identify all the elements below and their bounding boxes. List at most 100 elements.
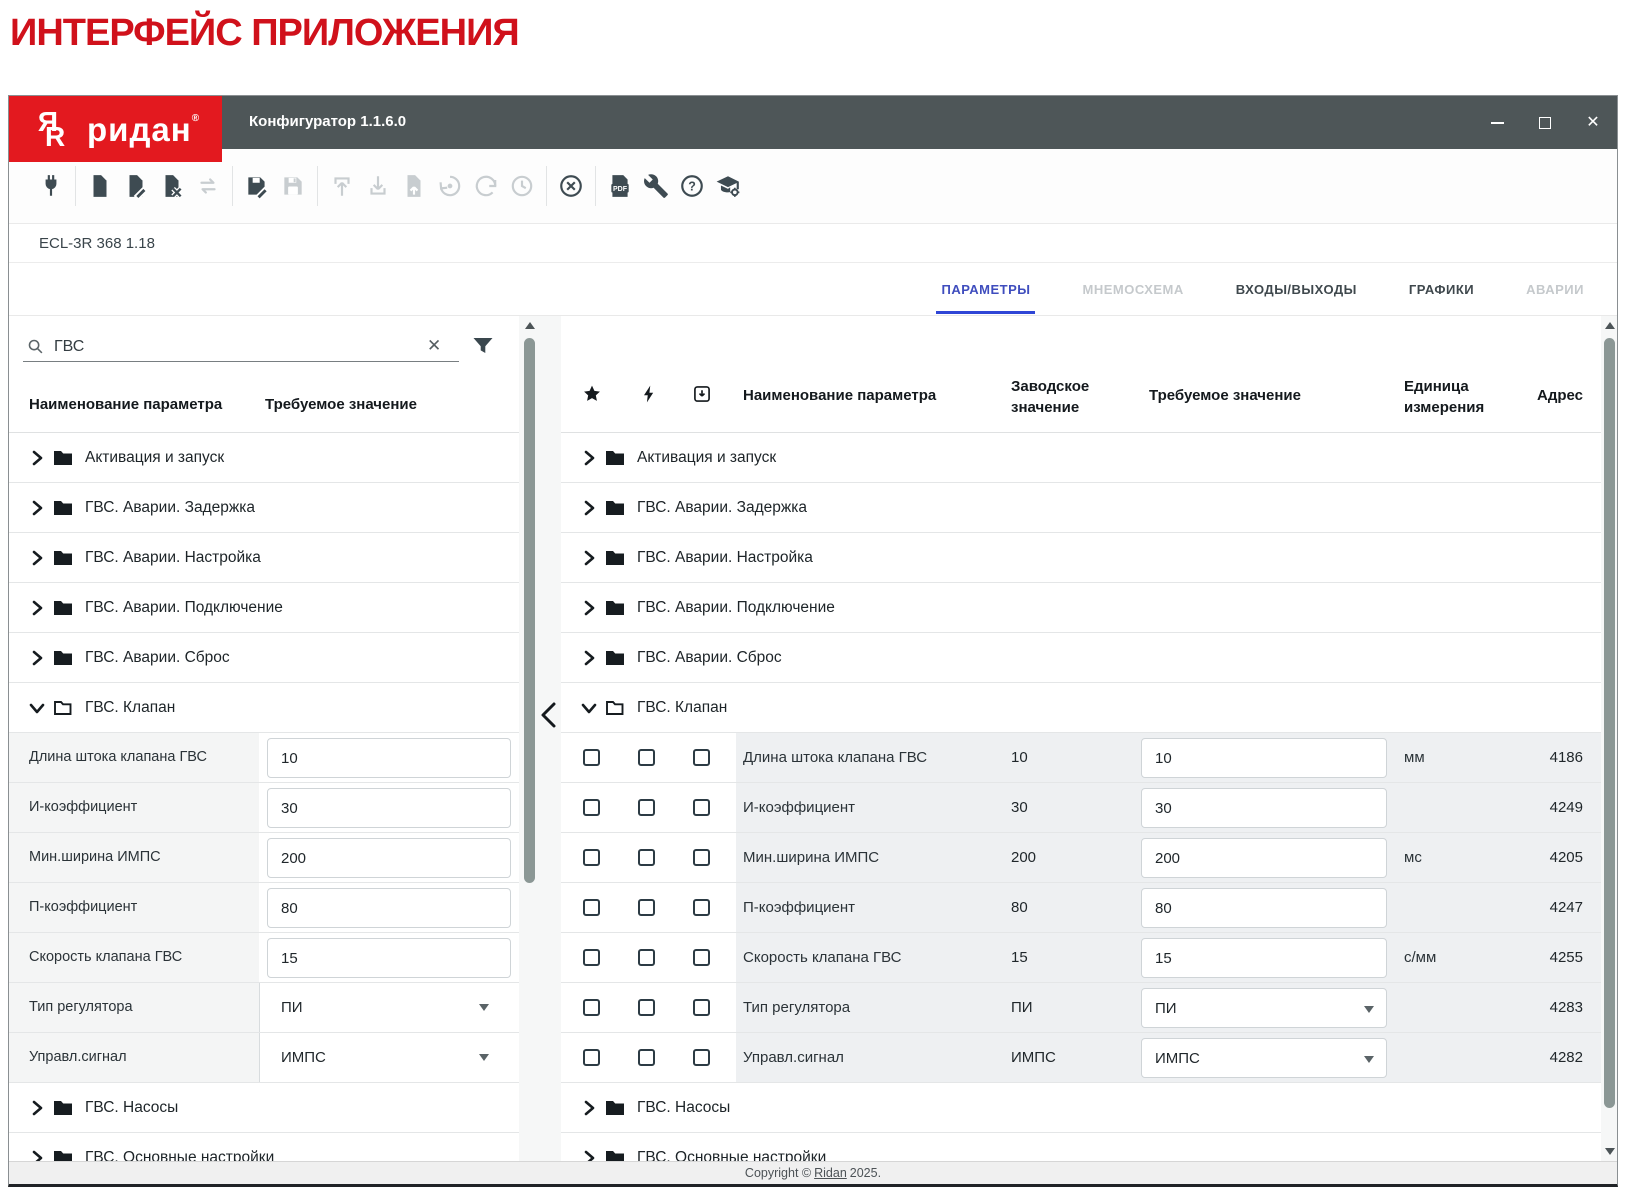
scroll-up-arrow[interactable] bbox=[1605, 322, 1615, 329]
tab-alarms[interactable]: АВАРИИ bbox=[1521, 265, 1589, 314]
import-document-icon bbox=[401, 173, 427, 199]
favorite-checkbox[interactable] bbox=[583, 849, 600, 866]
write-checkbox[interactable] bbox=[693, 949, 710, 966]
quick-access-checkbox[interactable] bbox=[638, 899, 655, 916]
edit-config-button[interactable] bbox=[118, 168, 154, 204]
close-button[interactable]: ✕ bbox=[1569, 96, 1617, 149]
graduation-gear-icon bbox=[715, 173, 741, 199]
write-checkbox[interactable] bbox=[693, 849, 710, 866]
tree-group-row[interactable]: Активация и запуск bbox=[9, 433, 519, 483]
disconnect-button[interactable] bbox=[553, 168, 589, 204]
chevron-right-icon bbox=[581, 1100, 597, 1116]
folder-open-icon bbox=[605, 698, 625, 718]
tree-group-row[interactable]: Активация и запуск bbox=[561, 433, 1601, 483]
clear-search-icon[interactable]: ✕ bbox=[427, 336, 441, 356]
required-value-input[interactable] bbox=[1141, 888, 1387, 928]
quick-access-checkbox[interactable] bbox=[638, 799, 655, 816]
right-scrollbar[interactable] bbox=[1603, 320, 1616, 1157]
favorite-checkbox[interactable] bbox=[583, 749, 600, 766]
left-scrollbar[interactable] bbox=[523, 320, 536, 1157]
parameter-value-input[interactable] bbox=[267, 938, 511, 978]
write-checkbox[interactable] bbox=[693, 899, 710, 916]
write-checkbox[interactable] bbox=[693, 999, 710, 1016]
scroll-up-arrow[interactable] bbox=[525, 322, 535, 329]
quick-access-checkbox[interactable] bbox=[638, 1049, 655, 1066]
parameter-row: И-коэффициент 30 4249 bbox=[561, 783, 1601, 833]
favorite-checkbox[interactable] bbox=[583, 949, 600, 966]
copyright-text: Copyright © bbox=[745, 1166, 811, 1180]
time-clock-button[interactable] bbox=[504, 168, 540, 204]
tree-group-row[interactable]: ГВС. Аварии. Настройка bbox=[9, 533, 519, 583]
required-value-input[interactable] bbox=[1141, 938, 1387, 978]
service-tools-button[interactable] bbox=[638, 168, 674, 204]
parameter-value-input[interactable] bbox=[267, 888, 511, 928]
tree-group-row[interactable]: ГВС. Аварии. Подключение bbox=[561, 583, 1601, 633]
write-checkbox[interactable] bbox=[693, 799, 710, 816]
folder-icon bbox=[53, 648, 73, 668]
quick-access-checkbox[interactable] bbox=[638, 949, 655, 966]
tree-group-row[interactable]: ГВС. Аварии. Задержка bbox=[561, 483, 1601, 533]
tree-group-row[interactable]: ГВС. Основные настройки bbox=[561, 1133, 1601, 1161]
quick-access-checkbox[interactable] bbox=[638, 999, 655, 1016]
parameter-value-input[interactable] bbox=[267, 738, 511, 778]
import-file-button[interactable] bbox=[396, 168, 432, 204]
write-config-button[interactable] bbox=[239, 168, 275, 204]
favorite-checkbox[interactable] bbox=[583, 1049, 600, 1066]
favorite-checkbox[interactable] bbox=[583, 899, 600, 916]
required-value-select[interactable]: ПИ bbox=[1141, 988, 1387, 1028]
write-checkbox[interactable] bbox=[693, 1049, 710, 1066]
connect-plug-button[interactable] bbox=[33, 168, 69, 204]
parameter-value-input[interactable] bbox=[267, 788, 511, 828]
download-from-device-button[interactable] bbox=[360, 168, 396, 204]
tab-mnemoscheme[interactable]: МНЕМОСХЕМА bbox=[1077, 265, 1188, 314]
scrollbar-thumb[interactable] bbox=[524, 338, 535, 883]
filter-icon[interactable] bbox=[471, 334, 495, 358]
required-value-select[interactable]: ИМПС bbox=[1141, 1038, 1387, 1078]
tree-group-row[interactable]: ГВС. Насосы bbox=[9, 1083, 519, 1133]
title-bar: R R ридан® Конфигуратор 1.1.6.0 ✕ bbox=[9, 96, 1617, 149]
tab-inputs-outputs[interactable]: ВХОДЫ/ВЫХОДЫ bbox=[1231, 265, 1362, 314]
pdf-report-button[interactable]: PDF bbox=[602, 168, 638, 204]
tab-graphs[interactable]: ГРАФИКИ bbox=[1404, 265, 1479, 314]
parameter-select[interactable]: ПИ bbox=[259, 983, 519, 1032]
tree-group-row-expanded[interactable]: ГВС. Клапан bbox=[561, 683, 1601, 733]
group-label: ГВС. Клапан bbox=[85, 699, 175, 717]
favorite-checkbox[interactable] bbox=[583, 799, 600, 816]
tree-group-row[interactable]: ГВС. Аварии. Задержка bbox=[9, 483, 519, 533]
search-input[interactable] bbox=[54, 338, 384, 356]
scroll-down-arrow[interactable] bbox=[1605, 1148, 1615, 1155]
tree-group-row[interactable]: ГВС. Аварии. Сброс bbox=[9, 633, 519, 683]
restore-button[interactable] bbox=[432, 168, 468, 204]
upload-to-device-button[interactable] bbox=[324, 168, 360, 204]
tree-group-row[interactable]: ГВС. Аварии. Подключение bbox=[9, 583, 519, 633]
write-checkbox[interactable] bbox=[693, 749, 710, 766]
minimize-button[interactable] bbox=[1473, 96, 1521, 149]
required-value-input[interactable] bbox=[1141, 838, 1387, 878]
tree-group-row[interactable]: ГВС. Основные настройки bbox=[9, 1133, 519, 1161]
save-button[interactable] bbox=[275, 168, 311, 204]
tree-group-row[interactable]: ГВС. Аварии. Настройка bbox=[561, 533, 1601, 583]
tree-group-row[interactable]: ГВС. Аварии. Сброс bbox=[561, 633, 1601, 683]
collapse-panel-chevron[interactable] bbox=[537, 700, 559, 730]
required-value-input[interactable] bbox=[1141, 738, 1387, 778]
toolbar-separator bbox=[317, 166, 318, 206]
maximize-button[interactable] bbox=[1521, 96, 1569, 149]
ridan-link[interactable]: Ridan bbox=[814, 1166, 847, 1180]
tab-parameters[interactable]: ПАРАМЕТРЫ bbox=[936, 265, 1035, 314]
favorite-checkbox[interactable] bbox=[583, 999, 600, 1016]
new-config-button[interactable] bbox=[82, 168, 118, 204]
tree-group-row-expanded[interactable]: ГВС. Клапан bbox=[9, 683, 519, 733]
required-value-input[interactable] bbox=[1141, 788, 1387, 828]
help-button[interactable]: ? bbox=[674, 168, 710, 204]
edit-document-icon bbox=[123, 173, 149, 199]
sync-exchange-button[interactable] bbox=[190, 168, 226, 204]
history-undo-button[interactable] bbox=[468, 168, 504, 204]
scrollbar-thumb[interactable] bbox=[1604, 338, 1615, 1108]
quick-access-checkbox[interactable] bbox=[638, 749, 655, 766]
training-settings-button[interactable] bbox=[710, 168, 746, 204]
parameter-select[interactable]: ИМПС bbox=[259, 1033, 519, 1082]
tree-group-row[interactable]: ГВС. Насосы bbox=[561, 1083, 1601, 1133]
delete-config-button[interactable] bbox=[154, 168, 190, 204]
parameter-value-input[interactable] bbox=[267, 838, 511, 878]
quick-access-checkbox[interactable] bbox=[638, 849, 655, 866]
